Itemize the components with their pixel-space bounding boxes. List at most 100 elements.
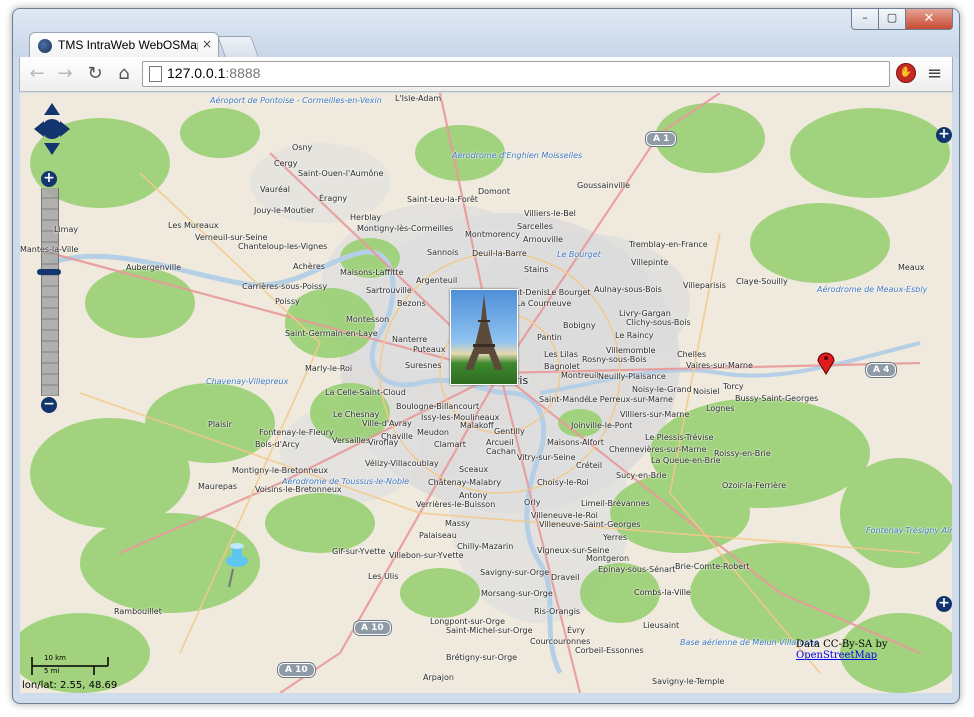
layer-switcher-button-lower[interactable]: + <box>936 596 952 612</box>
road-shield: A 1 <box>646 132 677 146</box>
menu-icon[interactable]: ≡ <box>927 63 942 84</box>
place-label: La Queue-en-Brie <box>651 456 721 465</box>
place-label: Chavenay-Villepreux <box>206 377 289 386</box>
place-label: Ville-d'Avray <box>362 419 412 428</box>
place-label: Verneuil-sur-Seine <box>195 233 268 242</box>
place-label: Créteil <box>576 461 603 470</box>
place-label: Évry <box>567 626 585 635</box>
browser-tab[interactable]: TMS IntraWeb WebOSMap × <box>29 32 219 59</box>
place-label: Le Bourget <box>547 288 591 297</box>
place-label: Noisy-le-Grand <box>632 385 692 394</box>
scale-bar <box>31 657 109 675</box>
place-label: Le Chesnay <box>333 410 380 419</box>
openstreetmap-link[interactable]: OpenStreetMap <box>796 650 877 661</box>
place-label: Villeparisis <box>683 281 726 290</box>
place-label: Maisons-Laffitte <box>340 268 404 277</box>
place-label: Sartrouville <box>366 286 412 295</box>
place-label: Saint-Mandé <box>539 395 590 404</box>
place-label: Nanterre <box>392 335 428 344</box>
place-label: Gentilly <box>494 427 525 436</box>
place-label: Jouy-le-Moutier <box>254 206 315 215</box>
zoom-slider-handle[interactable] <box>37 269 61 275</box>
pan-control[interactable] <box>34 103 70 155</box>
close-window-button[interactable]: ✕ <box>905 9 953 30</box>
place-label: Livry-Gargan <box>619 309 671 318</box>
place-label: Gif-sur-Yvette <box>332 547 386 556</box>
eiffel-tower-photo-marker[interactable] <box>450 289 518 385</box>
place-label: Arpajon <box>423 673 454 682</box>
place-label: Pantin <box>537 333 562 342</box>
scale-mi-label: 5 mi <box>44 667 60 675</box>
url-host: 127.0.0.1 <box>167 65 226 81</box>
minimize-button[interactable]: – <box>851 9 879 30</box>
place-label: Vitry-sur-Seine <box>517 453 576 462</box>
browser-window: TMS IntraWeb WebOSMap × – ▢ ✕ ← → ↻ ⌂ 12… <box>12 8 960 704</box>
place-label: Sceaux <box>459 465 489 474</box>
place-label: Orly <box>524 498 541 507</box>
place-label: Saint-Germain-en-Laye <box>285 329 378 338</box>
place-label: Choisy-le-Roi <box>537 478 589 487</box>
place-label: Aérodrome de Meaux-Esbly <box>817 285 928 294</box>
reload-icon[interactable]: ↻ <box>84 63 106 85</box>
place-label: Torcy <box>723 382 744 391</box>
home-icon[interactable]: ⌂ <box>113 63 135 85</box>
place-label: Combs-la-Ville <box>634 588 691 597</box>
map-background <box>20 93 952 693</box>
place-label: Vauréal <box>260 185 290 194</box>
red-map-marker-icon[interactable] <box>816 349 836 375</box>
place-label: Longpont-sur-Orge <box>430 617 505 626</box>
close-tab-icon[interactable]: × <box>202 37 212 51</box>
globe-icon <box>38 39 52 53</box>
place-label: Goussainville <box>577 181 631 190</box>
place-label: Palaiseau <box>419 531 457 540</box>
place-label: Éragny <box>319 194 348 203</box>
place-label: Montigny-le-Bretonneux <box>232 466 329 475</box>
adblock-extension-icon[interactable]: ✋ <box>896 63 916 83</box>
layer-switcher-button[interactable]: + <box>936 127 952 143</box>
zoom-bar[interactable] <box>41 188 59 396</box>
place-label: Saint-Michel-sur-Orge <box>446 626 533 635</box>
place-label: Montigny-lès-Cormeilles <box>357 224 454 233</box>
place-label: Aulnay-sous-Bois <box>594 285 662 294</box>
place-label: Malakoff <box>460 421 494 430</box>
place-label: Bois-d'Arcy <box>255 440 300 449</box>
maximize-button[interactable]: ▢ <box>878 9 906 30</box>
scale-km-label: 10 km <box>44 654 67 662</box>
place-label: Voisins-le-Bretonneux <box>255 485 342 494</box>
place-label: Bezons <box>397 299 426 308</box>
place-label: Rosny-sous-Bois <box>582 355 647 364</box>
place-label: Meudon <box>417 428 449 437</box>
back-arrow-icon[interactable]: ← <box>26 63 48 85</box>
place-label: Savigny-le-Temple <box>652 677 725 686</box>
place-label: Ris-Orangis <box>534 607 581 616</box>
place-label: Noisiel <box>693 387 720 396</box>
forward-arrow-icon[interactable]: → <box>54 63 76 85</box>
place-label: Le Bourget <box>557 250 601 259</box>
place-label: Villiers-le-Bel <box>524 209 576 218</box>
place-label: Fontenay-le-Fleury <box>259 428 334 437</box>
place-label: Meaux <box>898 263 925 272</box>
zoom-out-button[interactable]: − <box>41 397 57 413</box>
eiffel-tower-icon <box>465 294 503 370</box>
place-label: Draveil <box>551 573 580 582</box>
place-label: Savigny-sur-Orge <box>480 568 550 577</box>
place-label: Aéroport de Pontoise - Cormeilles-en-Vex… <box>210 96 382 105</box>
map-viewport[interactable]: + − + + L'Isle-Adam Aéroport de Pontoise … <box>20 93 952 693</box>
place-label: Le Plessis-Trévise <box>645 433 714 442</box>
place-label: Chennevières-sur-Marne <box>609 445 707 454</box>
place-label: Le Raincy <box>615 331 654 340</box>
place-label: Maurepas <box>198 482 238 491</box>
place-label: Sarcelles <box>517 222 553 231</box>
place-label: Corbeil-Essonnes <box>575 646 644 655</box>
browser-toolbar: ← → ↻ ⌂ 127.0.0.1:8888 ★ ✋ ≡ <box>19 57 953 92</box>
zoom-in-button[interactable]: + <box>41 171 57 187</box>
blue-pushpin-icon[interactable] <box>223 541 251 589</box>
new-tab-button[interactable] <box>217 36 259 57</box>
place-label: Epinay-sous-Sénart <box>598 565 676 574</box>
place-label: Massy <box>445 519 470 528</box>
place-label: Mantes-la-Ville <box>20 245 79 254</box>
place-label: Verrières-le-Buisson <box>416 500 496 509</box>
place-label: Vaires-sur-Marne <box>686 361 753 370</box>
place-label: Argenteuil <box>416 276 458 285</box>
address-bar[interactable]: 127.0.0.1:8888 ★ <box>142 61 890 87</box>
